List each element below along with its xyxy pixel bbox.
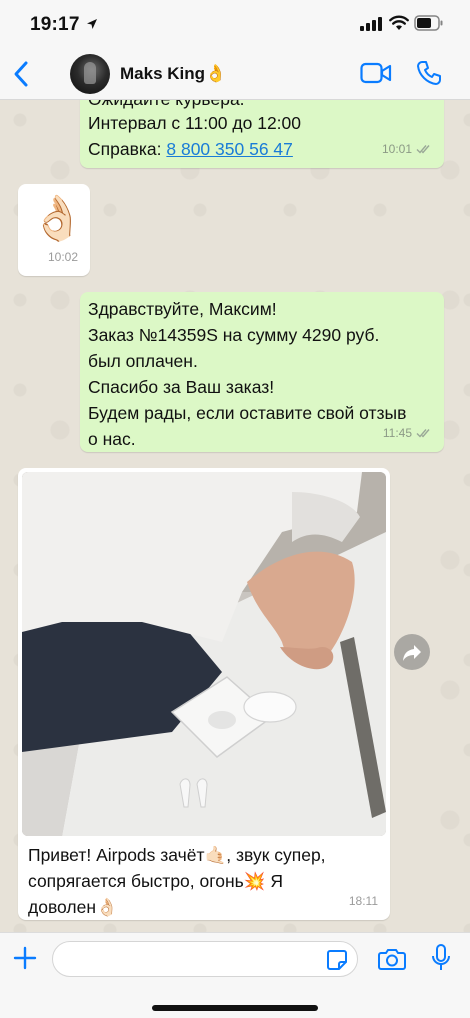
- message-text-line: Здравствуйте, Максим!: [88, 299, 277, 319]
- phone-call-icon[interactable]: [416, 60, 442, 86]
- message-input-bar: [0, 932, 470, 1018]
- message-time: 11:45: [382, 426, 412, 440]
- incoming-photo-message[interactable]: Привет! Airpods зачёт🤙🏻, звук супер, соп…: [18, 468, 390, 920]
- ok-hand-emoji: 👌🏻: [30, 194, 85, 243]
- status-time: 19:17: [30, 14, 80, 35]
- message-meta: 11:45: [383, 420, 432, 446]
- location-arrow-icon: [87, 19, 97, 29]
- caption-line: Привет! Airpods зачёт🤙🏻, звук супер,: [28, 845, 326, 865]
- sticker-icon[interactable]: [326, 949, 348, 971]
- home-indicator: [152, 1005, 318, 1011]
- avatar[interactable]: [70, 54, 110, 94]
- double-check-icon: [416, 429, 430, 438]
- signal-icon: [360, 17, 382, 31]
- double-check-icon: [416, 145, 430, 154]
- chat-header: Maks King👌: [0, 48, 470, 100]
- camera-icon[interactable]: [378, 947, 406, 971]
- message-meta: 10:02: [48, 244, 78, 270]
- message-text-line: Спасибо за Ваш заказ!: [88, 377, 275, 397]
- caption-line: сопрягается быстро, огонь💥 Я: [28, 871, 284, 891]
- message-time: 10:01: [381, 142, 412, 156]
- message-text-line: был оплачен.: [88, 351, 198, 371]
- outgoing-message[interactable]: Ожидайте курьера. Интервал с 11:00 до 12…: [80, 100, 444, 168]
- message-meta: 10:01: [382, 136, 432, 162]
- photo-caption: Привет! Airpods зачёт🤙🏻, звук супер, соп…: [22, 836, 386, 920]
- status-bar: 19:17: [0, 0, 470, 48]
- photo-image: [22, 472, 386, 836]
- message-time: 18:11: [348, 894, 378, 908]
- message-input[interactable]: [52, 941, 358, 977]
- video-call-icon[interactable]: [360, 62, 392, 84]
- forward-button[interactable]: [394, 634, 430, 670]
- incoming-message[interactable]: 👌🏻 10:02: [18, 184, 90, 276]
- plus-icon[interactable]: [12, 945, 38, 971]
- chat-area[interactable]: Ожидайте курьера. Интервал с 11:00 до 12…: [0, 100, 470, 932]
- wifi-icon: [389, 15, 409, 30]
- message-time: 10:02: [47, 250, 78, 264]
- microphone-icon[interactable]: [430, 943, 452, 973]
- message-text: Справка:: [88, 139, 167, 159]
- phone-link[interactable]: 8 800 350 56 47: [166, 139, 293, 159]
- message-text-line: Интервал с 11:00 до 12:00: [88, 113, 301, 133]
- back-chevron-icon[interactable]: [10, 60, 34, 88]
- message-meta: 18:11: [349, 888, 378, 914]
- contact-name[interactable]: Maks King👌: [120, 64, 226, 84]
- outgoing-message[interactable]: Здравствуйте, Максим! Заказ №14359S на с…: [80, 292, 444, 452]
- message-photo[interactable]: [22, 472, 386, 836]
- battery-icon: [414, 15, 443, 31]
- forward-icon: [403, 645, 421, 661]
- message-text-line: Заказ №14359S на сумму 4290 руб.: [88, 325, 380, 345]
- caption-line: доволен👌🏻: [28, 897, 118, 917]
